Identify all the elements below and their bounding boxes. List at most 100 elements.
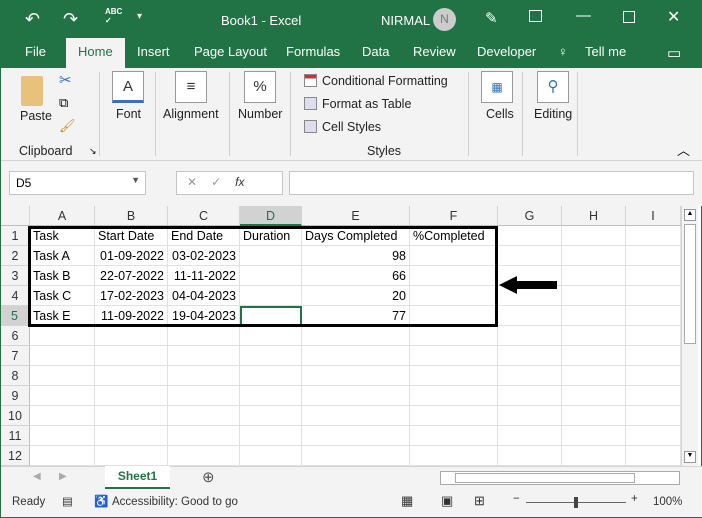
cell-g9[interactable] [498,386,562,406]
cell-f8[interactable] [410,366,498,386]
accessibility-icon[interactable]: ♿ [94,494,108,508]
column-header-e[interactable]: E [302,206,410,226]
page-break-view-icon[interactable]: ⊞ [474,493,485,509]
cell-d1[interactable]: Duration [240,226,302,246]
cell-h8[interactable] [562,366,626,386]
dialog-launcher-icon[interactable]: ↘ [89,146,97,157]
cell-i5[interactable] [626,306,681,326]
cell-b1[interactable]: Start Date [95,226,168,246]
row-header-5[interactable]: 5 [1,306,30,326]
row-header-8[interactable]: 8 [1,366,30,386]
collapse-ribbon-icon[interactable]: ︿ [677,140,690,159]
cell-b8[interactable] [95,366,168,386]
cell-c7[interactable] [168,346,240,366]
paste-icon[interactable] [21,76,43,106]
cell-b2[interactable]: 01-09-2022 [95,246,168,266]
cell-g1[interactable] [498,226,562,246]
cell-a3[interactable]: Task B [30,266,95,286]
name-box[interactable]: D5 ▼ [9,171,146,195]
pen-icon[interactable]: ✎ [485,9,498,27]
cell-i9[interactable] [626,386,681,406]
cell-c1[interactable]: End Date [168,226,240,246]
cell-e6[interactable] [302,326,410,346]
tab-file[interactable]: File [25,44,46,59]
column-header-a[interactable]: A [30,206,95,226]
cell-d11[interactable] [240,426,302,446]
cell-h11[interactable] [562,426,626,446]
cell-c8[interactable] [168,366,240,386]
column-header-c[interactable]: C [168,206,240,226]
cell-g12[interactable] [498,446,562,466]
font-icon[interactable]: A [112,71,144,103]
tell-me[interactable]: Tell me [585,44,626,59]
cell-a6[interactable] [30,326,95,346]
cell-h1[interactable] [562,226,626,246]
cell-h5[interactable] [562,306,626,326]
zoom-out-icon[interactable]: − [513,493,520,505]
cell-f5[interactable] [410,306,498,326]
column-header-g[interactable]: G [498,206,562,226]
cell-f9[interactable] [410,386,498,406]
cell-c5[interactable]: 19-04-2023 [168,306,240,326]
row-header-3[interactable]: 3 [1,266,30,286]
macro-record-icon[interactable]: ▤ [62,494,73,508]
cell-styles-button[interactable]: Cell Styles [322,120,381,134]
cell-f2[interactable] [410,246,498,266]
cell-e2[interactable]: 98 [302,246,410,266]
alignment-button[interactable]: Alignment [163,107,219,121]
cell-a11[interactable] [30,426,95,446]
cell-a9[interactable] [30,386,95,406]
scroll-right-icon[interactable]: ▶ [59,471,67,482]
cell-a8[interactable] [30,366,95,386]
paste-button[interactable]: Paste [20,109,52,123]
active-cell-d5[interactable] [240,306,302,326]
cell-a1[interactable]: Task [30,226,95,246]
cell-i12[interactable] [626,446,681,466]
cell-d4[interactable] [240,286,302,306]
cell-b5[interactable]: 11-09-2022 [95,306,168,326]
cell-i1[interactable] [626,226,681,246]
row-header-12[interactable]: 12 [1,446,30,466]
cell-e4[interactable]: 20 [302,286,410,306]
cell-c2[interactable]: 03-02-2023 [168,246,240,266]
comments-icon[interactable]: ▭ [667,44,681,62]
cell-c9[interactable] [168,386,240,406]
column-header-i[interactable]: I [626,206,681,226]
cell-b7[interactable] [95,346,168,366]
customize-toolbar-icon[interactable]: ▾ [137,11,142,22]
zoom-in-icon[interactable]: + [631,493,638,505]
cell-d12[interactable] [240,446,302,466]
cell-h10[interactable] [562,406,626,426]
cell-i7[interactable] [626,346,681,366]
cell-c6[interactable] [168,326,240,346]
format-painter-icon[interactable]: 🖌 [59,118,76,134]
cell-b11[interactable] [95,426,168,446]
cell-h2[interactable] [562,246,626,266]
cell-f4[interactable] [410,286,498,306]
cell-a4[interactable]: Task C [30,286,95,306]
scrollbar-thumb[interactable] [684,224,696,344]
cell-g6[interactable] [498,326,562,346]
zoom-level[interactable]: 100% [653,496,682,508]
cell-b4[interactable]: 17-02-2023 [95,286,168,306]
cell-a5[interactable]: Task E [30,306,95,326]
row-header-10[interactable]: 10 [1,406,30,426]
cell-c12[interactable] [168,446,240,466]
cell-d2[interactable] [240,246,302,266]
cut-icon[interactable]: ✂ [59,71,72,89]
cell-a7[interactable] [30,346,95,366]
cell-c11[interactable] [168,426,240,446]
cell-c4[interactable]: 04-04-2023 [168,286,240,306]
cell-g8[interactable] [498,366,562,386]
cell-e10[interactable] [302,406,410,426]
cell-d10[interactable] [240,406,302,426]
cell-e1[interactable]: Days Completed [302,226,410,246]
tab-review[interactable]: Review [413,44,456,59]
undo-icon[interactable]: ↶ [25,9,40,30]
column-header-f[interactable]: F [410,206,498,226]
alignment-icon[interactable]: ≡ [175,71,207,103]
font-button[interactable]: Font [116,107,141,121]
page-layout-view-icon[interactable]: ▣ [441,493,453,509]
cell-f3[interactable] [410,266,498,286]
row-header-2[interactable]: 2 [1,246,30,266]
